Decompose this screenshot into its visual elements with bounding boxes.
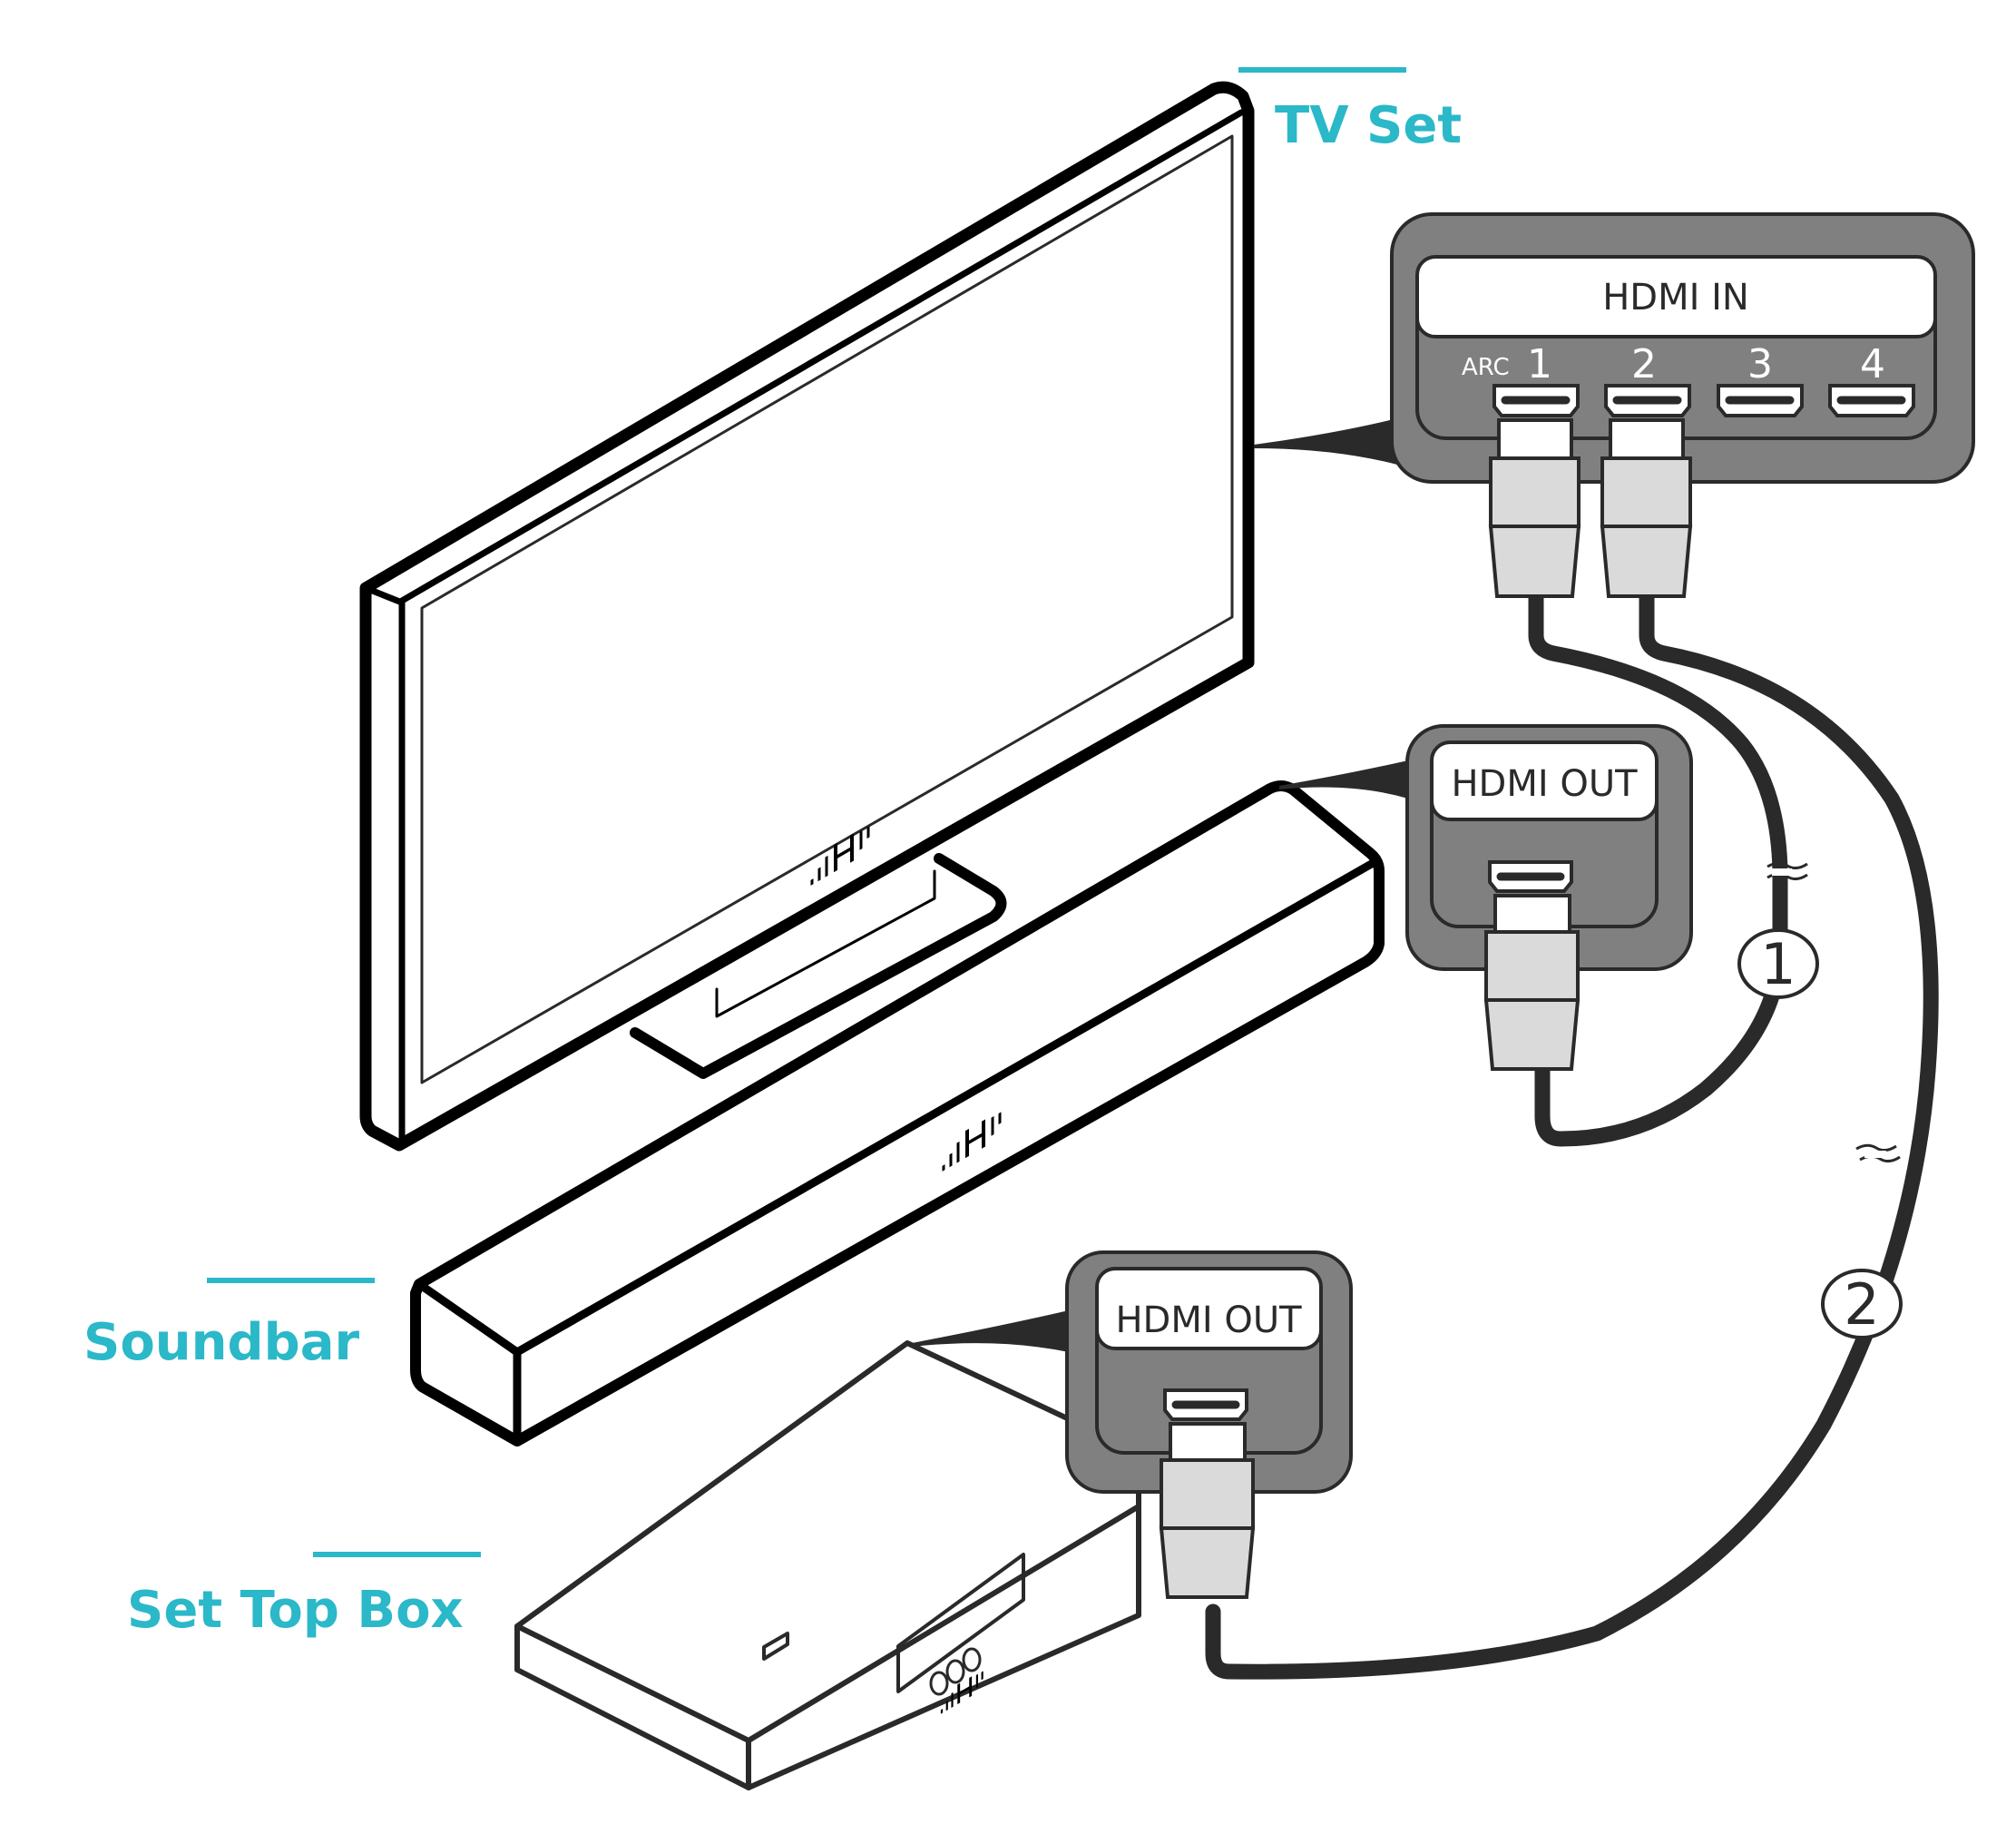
cable-1-number: 1 <box>1760 931 1796 997</box>
tv-screen <box>420 134 1234 1084</box>
stb-hdmi-out-port[interactable] <box>1163 1388 1248 1421</box>
hdmi-plug-soundbar <box>1483 894 1581 1071</box>
soundbar-label-text: Soundbar <box>83 1313 360 1372</box>
tv-hdmi-in-panel: HDMI IN ARC 1 2 3 4 <box>1390 212 1975 598</box>
hdmi-plug-port-1 <box>1488 418 1581 598</box>
hdmi-plug-stb <box>1159 1422 1256 1599</box>
hdmi-port-3[interactable] <box>1717 384 1804 417</box>
port-2-number: 2 <box>1631 341 1657 387</box>
soundbar-label-rule <box>207 1278 375 1283</box>
stb-leader <box>912 1310 1069 1352</box>
soundbar-hdmi-out-panel: HDMI OUT <box>1405 724 1693 1071</box>
stb-slot <box>762 1632 789 1661</box>
soundbar-label: Soundbar <box>83 1278 375 1372</box>
connection-diagram: 1 2 HDMI IN ARC 1 2 3 4 HDMI OUT HDMI OU… <box>83 67 1975 1790</box>
set-top-box-label-text: Set Top Box <box>127 1581 464 1640</box>
stb-button <box>962 1647 982 1672</box>
tv-label: TV Set <box>1238 67 1462 155</box>
cable-2-break-icon <box>1855 1143 1901 1163</box>
hdmi-plug-port-2 <box>1600 418 1693 598</box>
tv-bezel <box>362 109 1245 1145</box>
arc-label: ARC <box>1462 354 1510 381</box>
stb-hdmi-out-title: HDMI OUT <box>1115 1299 1302 1341</box>
tv-label-text: TV Set <box>1275 96 1462 155</box>
tv-stand <box>630 853 1007 1079</box>
hdmi-port-2[interactable] <box>1604 384 1691 417</box>
soundbar-hdmi-out-title: HDMI OUT <box>1451 763 1638 805</box>
stb-button <box>929 1671 949 1696</box>
stb-edges <box>514 1504 1141 1790</box>
port-4-number: 4 <box>1860 341 1885 387</box>
tv-label-rule <box>1238 67 1406 73</box>
hdmi-in-title: HDMI IN <box>1602 277 1749 319</box>
port-3-number: 3 <box>1747 341 1773 387</box>
set-top-box <box>514 1340 1141 1790</box>
set-top-box-label: Set Top Box <box>127 1552 481 1640</box>
soundbar-logo-icon <box>942 1112 1002 1172</box>
hdmi-port-4[interactable] <box>1828 384 1915 417</box>
stb-display <box>896 1553 1025 1693</box>
stb-button <box>945 1659 965 1684</box>
stb-hdmi-out-panel: HDMI OUT <box>1065 1250 1353 1599</box>
set-top-box-label-rule <box>313 1552 481 1557</box>
tv-set <box>359 81 1255 1152</box>
port-1-number: 1 <box>1527 341 1552 387</box>
tv-leader <box>1254 419 1397 465</box>
cable-1-badge: 1 <box>1737 928 1819 999</box>
cable-2-number: 2 <box>1844 1271 1879 1338</box>
cable-2-badge: 2 <box>1821 1269 1903 1339</box>
tv-body <box>359 81 1255 1152</box>
soundbar-hdmi-out-port[interactable] <box>1488 860 1573 893</box>
hdmi-port-1[interactable] <box>1492 384 1580 417</box>
